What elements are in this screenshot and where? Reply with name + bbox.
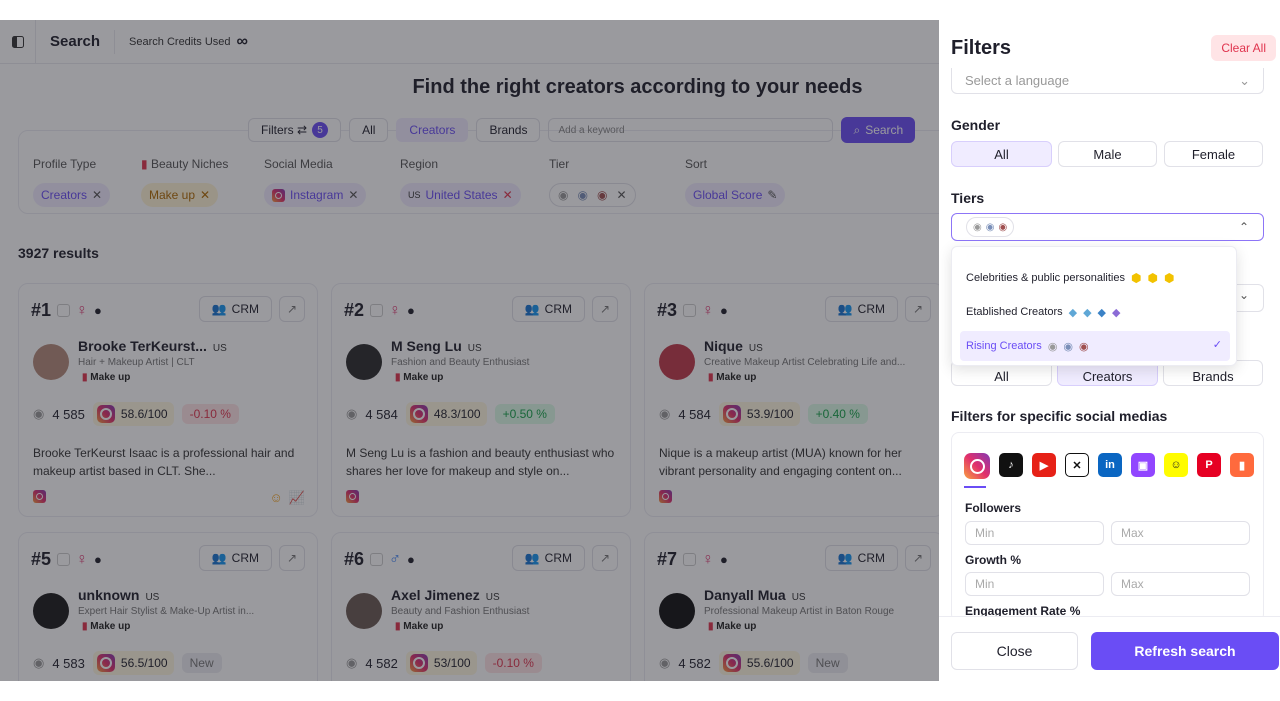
linkedin-icon[interactable]: in — [1098, 453, 1122, 477]
tier-option-rising[interactable]: Rising Creators ◉ ◉ ◉ ✓ — [960, 331, 1230, 361]
tier-2-icon: ⬢ — [1147, 271, 1158, 285]
gender-label: Gender — [951, 117, 1001, 133]
gender-female[interactable]: Female — [1164, 141, 1263, 167]
modal-overlay[interactable] — [0, 20, 939, 681]
followers-label: Followers — [965, 501, 1022, 515]
refresh-search-button[interactable]: Refresh search — [1091, 632, 1279, 670]
tier-icon: ◉ — [973, 221, 982, 233]
youtube-icon[interactable]: ▶ — [1032, 453, 1056, 477]
language-select[interactable]: Select a language ⌄ — [951, 68, 1264, 94]
tiktok-icon[interactable]: ♪ — [999, 453, 1023, 477]
tier-icon: ◆ — [1083, 306, 1092, 319]
chevron-down-icon: ⌄ — [1238, 288, 1249, 302]
growth-label: Growth % — [965, 553, 1021, 567]
tier-1-icon: ⬢ — [1130, 271, 1142, 285]
tier-icon: ◉ — [1079, 340, 1089, 353]
social-filters-label: Filters for specific social medias — [951, 408, 1168, 424]
chevron-up-icon: ⌃ — [1238, 220, 1249, 234]
bookmark-icon[interactable]: ▮ — [1230, 453, 1254, 477]
active-tab-underline — [964, 486, 986, 488]
check-icon: ✓ — [1212, 339, 1222, 351]
clear-all-button[interactable]: Clear All — [1211, 35, 1276, 61]
tier-icon: ◉ — [1047, 340, 1058, 353]
tier-3-icon: ⬢ — [1163, 271, 1175, 285]
tiers-label: Tiers — [951, 190, 985, 206]
instagram-icon[interactable] — [964, 453, 990, 479]
tier-icon: ◆ — [1112, 306, 1121, 319]
twitch-icon[interactable]: ▣ — [1131, 453, 1155, 477]
gender-all[interactable]: All — [951, 141, 1052, 167]
panel-footer: Close Refresh search — [939, 616, 1280, 681]
filters-panel: Filters Clear All Select a language ⌄ Gen… — [939, 20, 1280, 681]
social-tabs: ♪ ▶ ✕ in ▣ ☺ P ▮ — [964, 453, 1254, 479]
tiers-dropdown: Celebrities & public personalities ⬢ ⬢ ⬢… — [951, 246, 1237, 366]
tier-option-celebrities[interactable]: Celebrities & public personalities ⬢ ⬢ ⬢ — [960, 263, 1230, 293]
pinterest-icon[interactable]: P — [1197, 453, 1221, 477]
growth-max-input[interactable]: Max — [1111, 572, 1250, 596]
selected-tiers-chip[interactable]: ◉ ◉ ◉ — [966, 217, 1015, 237]
tier-icon: ◉ — [985, 221, 995, 233]
gender-male[interactable]: Male — [1058, 141, 1157, 167]
tier-icon: ◉ — [998, 221, 1008, 233]
close-button[interactable]: Close — [951, 632, 1078, 670]
followers-max-input[interactable]: Max — [1111, 521, 1250, 545]
social-filters-box: ♪ ▶ ✕ in ▣ ☺ P ▮ Followers Min Max Growt… — [951, 432, 1264, 622]
followers-min-input[interactable]: Min — [965, 521, 1104, 545]
tier-icon: ◉ — [1063, 340, 1074, 353]
app-window: Search Search Credits Used ∞ Find the ri… — [0, 20, 1280, 681]
tier-icon: ◆ — [1068, 306, 1078, 319]
tier-icon: ◆ — [1097, 306, 1107, 319]
tiers-select[interactable]: ◉ ◉ ◉ ⌃ — [951, 213, 1264, 241]
snapchat-icon[interactable]: ☺ — [1164, 453, 1188, 477]
tier-option-established[interactable]: Etablished Creators ◆ ◆ ◆ ◆ — [960, 297, 1230, 327]
chevron-down-icon: ⌄ — [1239, 72, 1250, 88]
growth-min-input[interactable]: Min — [965, 572, 1104, 596]
panel-title: Filters — [951, 37, 1012, 59]
x-icon[interactable]: ✕ — [1065, 453, 1089, 477]
